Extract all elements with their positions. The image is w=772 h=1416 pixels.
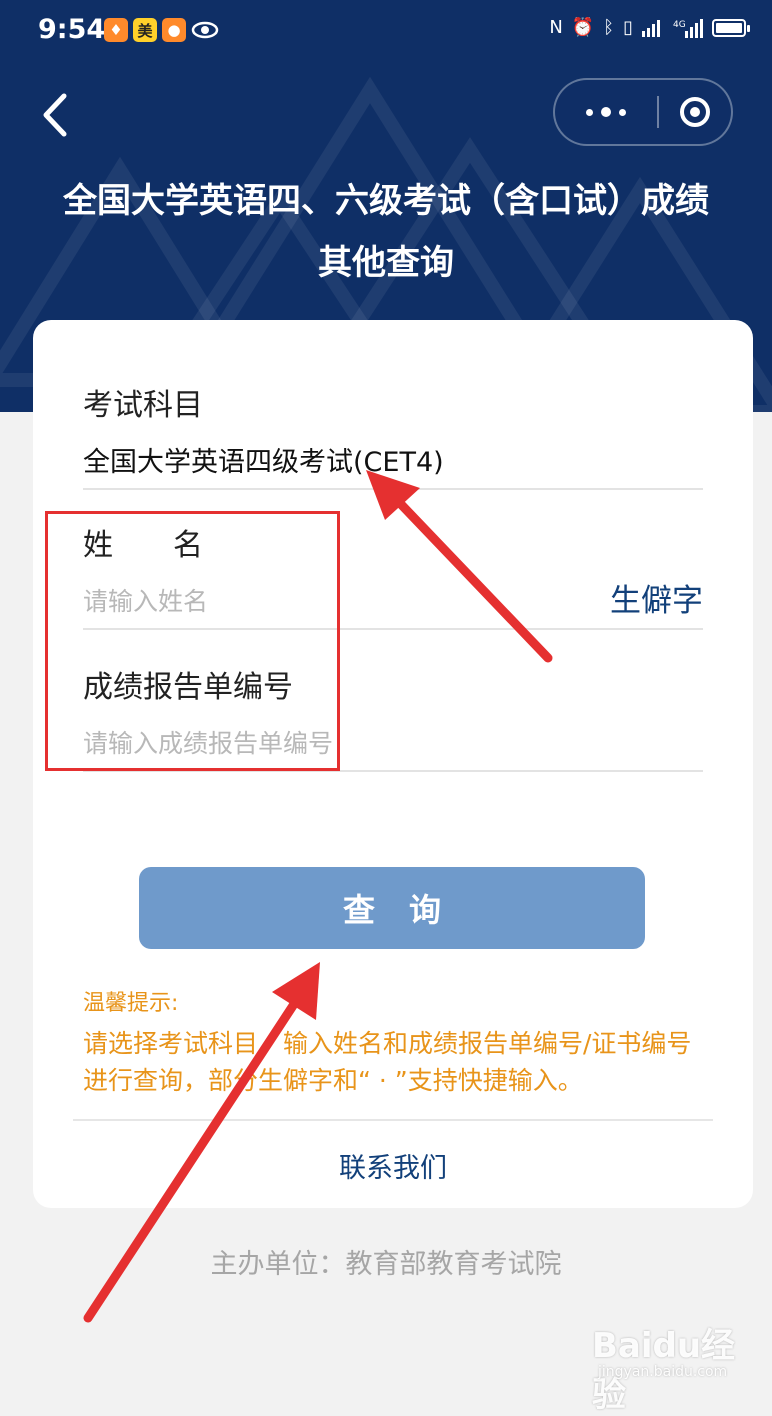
baidu-watermark: Baidu经验 jingyan.baidu.com [592,1318,752,1415]
annotation-arrow [366,470,553,663]
annotation-arrows [83,470,553,1323]
annotation-arrow [83,962,320,1323]
watermark-url: jingyan.baidu.com [598,1364,728,1380]
